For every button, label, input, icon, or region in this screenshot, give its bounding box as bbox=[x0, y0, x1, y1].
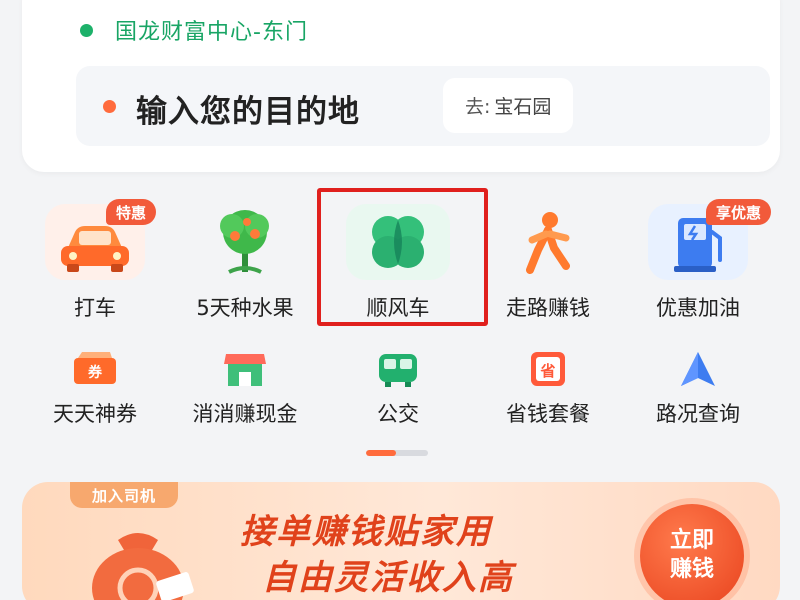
grid-label-daily-coupon: 天天神券 bbox=[53, 402, 137, 426]
suggest-place: 宝石园 bbox=[494, 96, 552, 118]
navigation-arrow-icon bbox=[681, 352, 715, 386]
grid-label-taxi: 打车 bbox=[74, 296, 116, 320]
badge-special-offer: 特惠 bbox=[106, 199, 157, 225]
grid-item-bus[interactable]: 公交 bbox=[318, 346, 478, 426]
banner-tag: 加入司机 bbox=[70, 482, 178, 508]
badge-discount: 享优惠 bbox=[706, 199, 772, 225]
suggested-destination-chip[interactable]: 去: 宝石园 bbox=[443, 78, 574, 133]
saving-tag-icon: 省 bbox=[531, 352, 565, 386]
driver-recruit-banner[interactable]: 加入司机 接单赚钱贴家用 自由灵活收入高 立即 赚钱 bbox=[22, 482, 780, 600]
destination-input[interactable]: 输入您的目的地 去: 宝石园 bbox=[76, 66, 770, 146]
grid-label-match-cash: 消消赚现金 bbox=[192, 402, 298, 426]
svg-text:省: 省 bbox=[539, 362, 555, 380]
grid-item-match-cash[interactable]: 消消赚现金 bbox=[165, 346, 325, 426]
page-indicator bbox=[366, 450, 428, 456]
grid-label-fuel: 优惠加油 bbox=[656, 296, 740, 320]
origin-label: 国龙财富中心-东门 bbox=[115, 20, 308, 45]
origin-row[interactable]: 国龙财富中心-东门 bbox=[80, 14, 308, 46]
earn-now-button[interactable]: 立即 赚钱 bbox=[640, 504, 744, 600]
grid-item-traffic[interactable]: 路况查询 bbox=[618, 346, 778, 426]
destination-dot-icon bbox=[103, 100, 116, 113]
money-bag-icon bbox=[92, 533, 194, 600]
coupon-icon: 券 bbox=[74, 352, 116, 384]
earn-now-line-1: 立即 bbox=[669, 528, 714, 554]
origin-dot-icon bbox=[80, 23, 93, 37]
grid-label-walk-earn: 走路赚钱 bbox=[506, 296, 590, 320]
destination-prompt: 输入您的目的地 bbox=[136, 94, 360, 130]
home-screen: 国龙财富中心-东门 输入您的目的地 去: 宝石园 打车 特惠 5天种水果 顺风车… bbox=[0, 0, 800, 600]
grid-item-fruit[interactable]: 5天种水果 bbox=[165, 198, 325, 328]
grid-label-bus: 公交 bbox=[377, 402, 419, 426]
banner-headline-2: 自由灵活收入高 bbox=[262, 558, 514, 598]
earn-now-line-2: 赚钱 bbox=[669, 557, 714, 582]
grid-item-saving-package[interactable]: 省 省钱套餐 bbox=[468, 346, 628, 426]
banner-headline-1: 接单赚钱贴家用 bbox=[240, 512, 492, 552]
page-indicator-active bbox=[366, 450, 396, 456]
bus-icon bbox=[379, 354, 417, 387]
grid-label-fruit: 5天种水果 bbox=[196, 296, 294, 320]
walking-person-icon bbox=[526, 212, 570, 274]
shop-icon bbox=[224, 354, 266, 386]
grid-label-traffic: 路况查询 bbox=[656, 402, 740, 426]
route-card: 国龙财富中心-东门 输入您的目的地 去: 宝石园 bbox=[22, 0, 780, 172]
carpool-highlight-box bbox=[317, 188, 488, 326]
grid-item-daily-coupon[interactable]: 券 天天神券 bbox=[15, 346, 175, 426]
grid-label-saving-package: 省钱套餐 bbox=[506, 402, 590, 426]
grid-item-walk-earn[interactable]: 走路赚钱 bbox=[468, 198, 628, 328]
suggest-prefix: 去: bbox=[465, 96, 491, 118]
fruit-tree-icon bbox=[220, 210, 269, 274]
svg-text:券: 券 bbox=[88, 364, 103, 381]
